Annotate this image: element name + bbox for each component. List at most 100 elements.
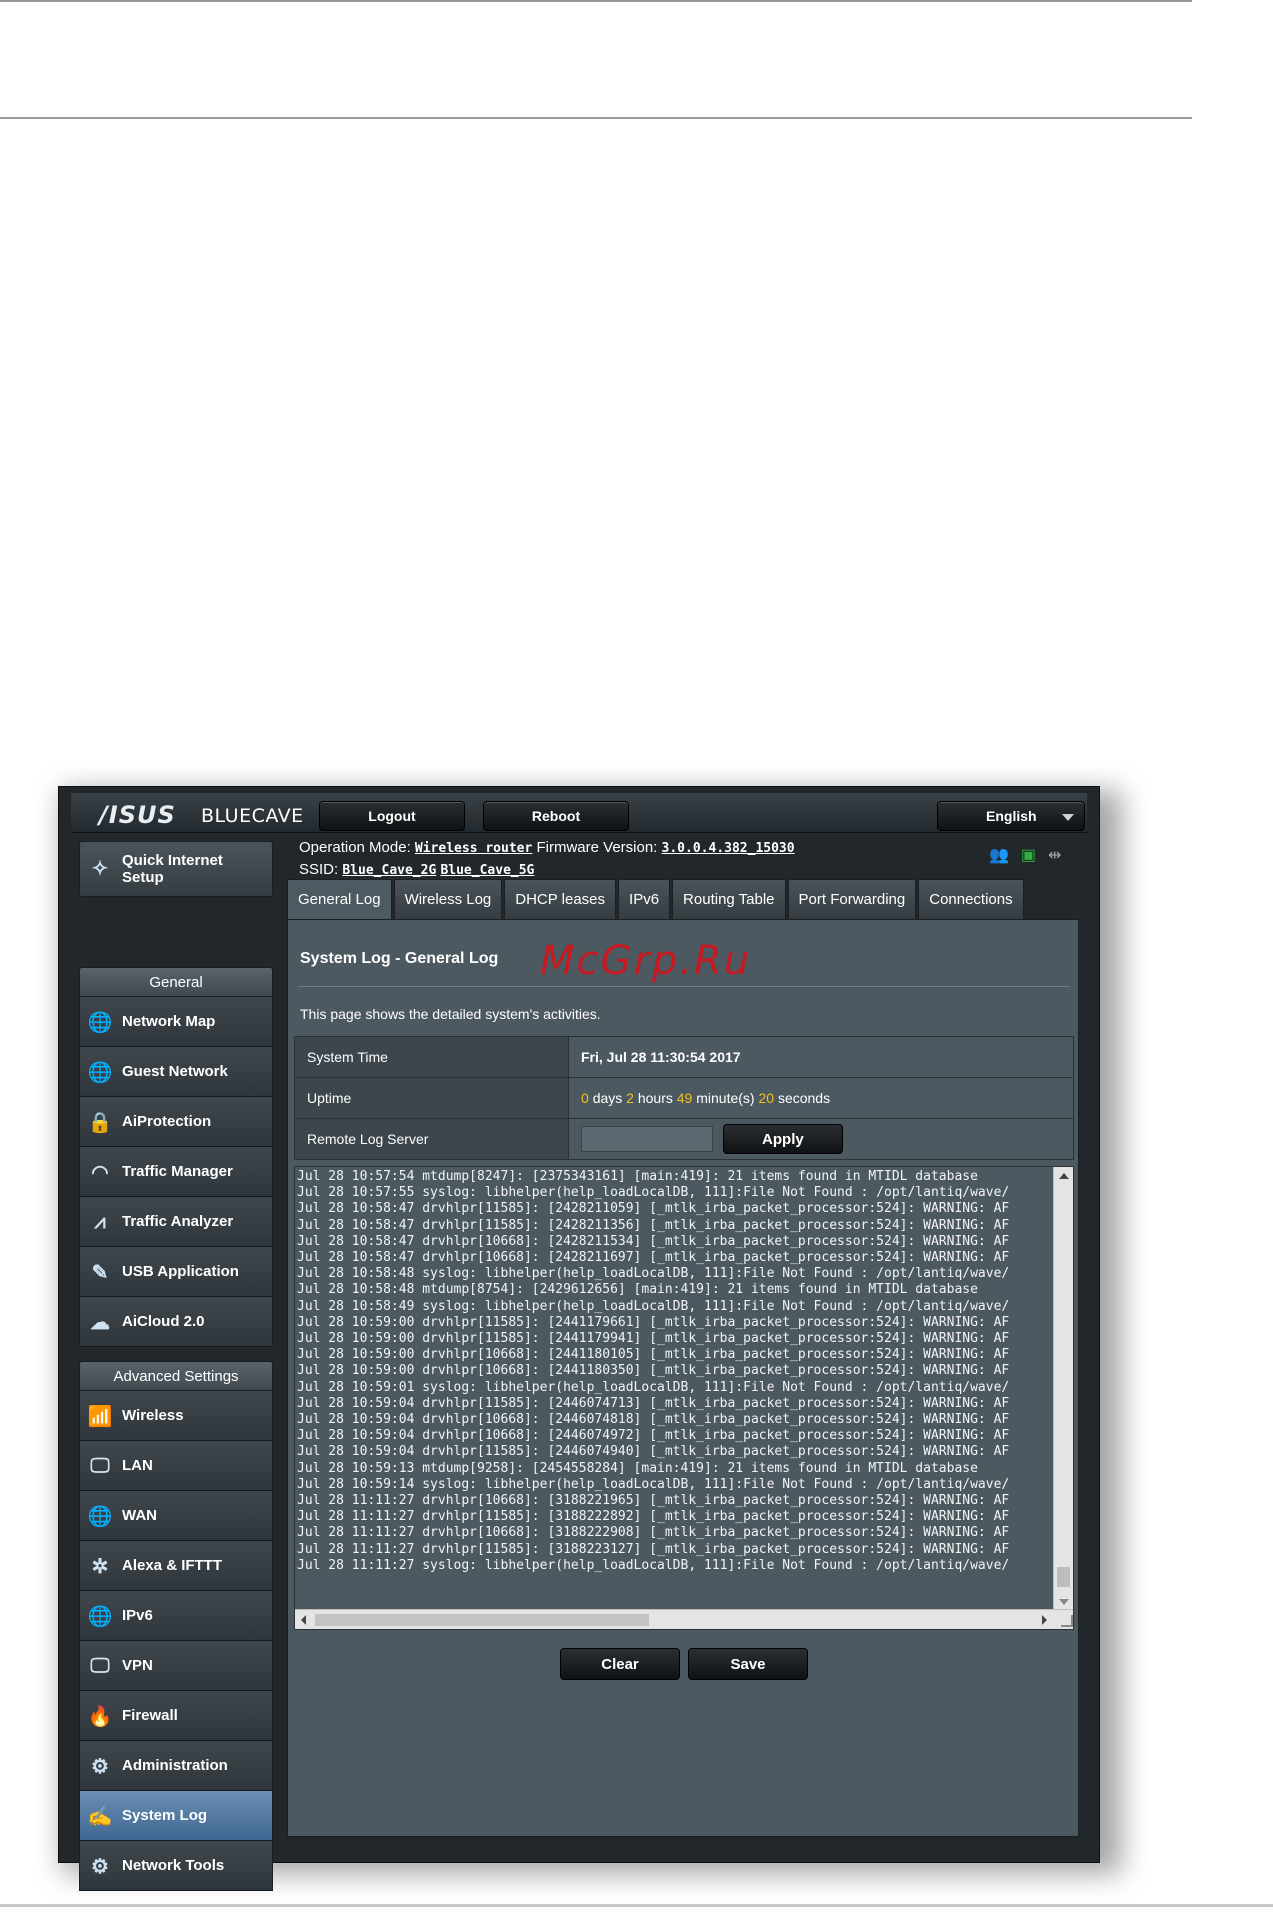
log-line: Jul 28 10:57:55 syslog: libhelper(help_l… [297,1185,1010,1201]
uptime-value: 0 days 2 hours 49 minute(s) 20 seconds [568,1077,1074,1119]
tab-port-forwarding[interactable]: Port Forwarding [787,879,917,919]
wifi-icon: 📶 [87,1405,113,1428]
log-line: Jul 28 10:57:54 mtdump[8247]: [237534316… [297,1169,978,1184]
log-line: Jul 28 10:58:48 mtdump[8754]: [242961265… [297,1282,978,1298]
quick-internet-setup-button[interactable]: ✧ Quick Internet Setup [79,841,273,897]
log-line: Jul 28 10:59:04 drvhlpr[11585]: [2446074… [297,1444,1010,1460]
sidebar-item-usb-application[interactable]: ✎ USB Application [79,1247,273,1297]
sidebar-item-label: AiCloud 2.0 [122,1313,205,1330]
logout-button[interactable]: Logout [319,801,465,831]
chart-pulse-icon: ⩘ [94,1210,106,1233]
quick-setup-label: Quick Internet Setup [122,852,223,886]
sidebar-item-network-tools[interactable]: ⚙ Network Tools [79,1841,273,1891]
ssid-2g-link[interactable]: Blue_Cave_2G [342,863,436,878]
log-line: Jul 28 10:59:00 drvhlpr[10668]: [2441180… [297,1347,1010,1363]
clear-button[interactable]: Clear [560,1648,680,1680]
log-lines: Jul 28 10:57:54 mtdump[8247]: [237534316… [297,1169,1049,1574]
ssid-line: SSID: Blue_Cave_2G Blue_Cave_5G [299,859,795,881]
horizontal-scroll-thumb[interactable] [315,1614,649,1626]
sidebar-item-aicloud[interactable]: ☁ AiCloud 2.0 [79,1297,273,1347]
users-icon[interactable]: 👥 [989,845,1009,865]
asus-logo: /ISUS [99,801,176,829]
sidebar-item-aiprotection[interactable]: 🔒 AiProtection [79,1097,273,1147]
page-bottom-rule [0,1904,1273,1907]
log-line: Jul 28 10:59:04 drvhlpr[10668]: [2446074… [297,1428,1010,1444]
sidebar-item-label: Guest Network [122,1063,228,1080]
scroll-up-arrow-icon[interactable] [1059,1173,1069,1179]
sidebar-item-ipv6[interactable]: 🌐 IPv6 [79,1591,273,1641]
uptime-label: Uptime [294,1077,569,1119]
log-line: Jul 28 11:11:27 drvhlpr[11585]: [3188222… [297,1509,1010,1525]
sidebar-item-administration[interactable]: ⚙ Administration [79,1741,273,1791]
log-line: Jul 28 11:11:27 drvhlpr[11585]: [3188223… [297,1541,1010,1557]
uptime-seconds-unit: seconds [777,1090,831,1106]
sidebar-item-lan[interactable]: 🖵 LAN [79,1441,273,1491]
sidebar-item-wireless[interactable]: 📶 Wireless [79,1391,273,1441]
sidebar-item-label: LAN [122,1457,153,1474]
scroll-left-arrow-icon[interactable] [301,1615,306,1625]
log-line: Jul 28 10:59:00 drvhlpr[11585]: [2441179… [297,1314,1010,1330]
log-line: Jul 28 10:58:47 drvhlpr[11585]: [2428211… [297,1217,1010,1233]
log-line: Jul 28 10:59:13 mtdump[9258]: [245455828… [297,1460,978,1476]
sidebar-item-traffic-manager[interactable]: ◠ Traffic Manager [79,1147,273,1197]
firmware-link[interactable]: 3.0.0.4.382_15030 [662,841,795,856]
router-web-ui: /ISUS BLUECAVE Logout Reboot English ✧ Q… [58,786,1100,1891]
router-info: Operation Mode: Wireless router Firmware… [299,837,795,881]
globe-icon: 🌐 [87,1011,113,1034]
scroll-right-arrow-icon[interactable] [1042,1615,1047,1625]
model-name: BLUECAVE [201,805,304,827]
tab-general-log[interactable]: General Log [287,879,392,919]
uptime-seconds: 20 [758,1090,775,1106]
sidebar-item-network-map[interactable]: 🌐 Network Map [79,997,273,1047]
hub-icon: ✲ [91,1555,109,1578]
general-section-header: General [79,967,273,997]
tab-ipv6[interactable]: IPv6 [618,879,671,919]
ssid-5g-link[interactable]: Blue_Cave_5G [440,863,534,878]
network-icon[interactable]: ▣ [1021,845,1036,865]
log-line: Jul 28 10:58:49 syslog: libhelper(help_l… [297,1298,1010,1314]
uptime-days: 0 [581,1090,589,1106]
page-top-rule [0,0,1192,2]
sidebar-item-wan[interactable]: 🌐 WAN [79,1491,273,1541]
log-line: Jul 28 11:11:27 drvhlpr[10668]: [3188221… [297,1493,1010,1509]
remote-log-server-input[interactable] [581,1126,713,1152]
log-tabs: General Log Wireless Log DHCP leases IPv… [287,879,1024,919]
log-line: Jul 28 10:58:47 drvhlpr[10668]: [2428211… [297,1250,1010,1266]
horizontal-scrollbar[interactable] [295,1609,1073,1629]
monitor-icon: 🖵 [90,1454,110,1477]
tab-wireless-log[interactable]: Wireless Log [393,879,503,919]
sidebar-item-traffic-analyzer[interactable]: ⩘ Traffic Analyzer [79,1197,273,1247]
vertical-scrollbar[interactable] [1053,1167,1073,1611]
cloud-icon: ☁ [90,1311,110,1334]
tab-dhcp-leases[interactable]: DHCP leases [504,879,617,919]
sidebar-item-system-log[interactable]: ✍ System Log [79,1791,273,1841]
log-line: Jul 28 10:58:48 syslog: libhelper(help_l… [297,1266,1010,1282]
general-log-textarea[interactable]: Jul 28 10:57:54 mtdump[8247]: [237534316… [294,1166,1074,1630]
sidebar-item-alexa-ifttt[interactable]: ✲ Alexa & IFTTT [79,1541,273,1591]
sidebar-item-label: Network Map [122,1013,216,1030]
language-select[interactable]: English [937,801,1085,831]
operation-mode-line: Operation Mode: Wireless router Firmware… [299,837,795,859]
resize-grip-icon[interactable] [1061,1615,1073,1627]
apply-button[interactable]: Apply [722,1124,843,1154]
tab-routing-table[interactable]: Routing Table [672,879,786,919]
firmware-label: Firmware Version: [536,839,658,856]
table-row: System Time Fri, Jul 28 11:30:54 2017 [294,1036,1074,1078]
log-edit-icon: ✍ [87,1805,113,1828]
usb-icon[interactable]: ⇹ [1048,845,1061,865]
tab-connections[interactable]: Connections [918,879,1024,919]
scroll-down-arrow-icon[interactable] [1059,1599,1069,1605]
sidebar-item-firewall[interactable]: 🔥 Firewall [79,1691,273,1741]
table-row: Uptime 0 days 2 hours 49 minute(s) 20 se… [294,1077,1074,1119]
reboot-button[interactable]: Reboot [483,801,629,831]
sidebar-item-label: Network Tools [122,1857,225,1874]
uptime-hours-unit: hours [637,1090,673,1106]
sidebar-item-guest-network[interactable]: 🌐 Guest Network [79,1047,273,1097]
uptime-hours: 2 [626,1090,634,1106]
sidebar-item-label: AiProtection [122,1113,212,1130]
save-button[interactable]: Save [688,1648,808,1680]
uptime-days-unit: days [592,1090,623,1106]
vertical-scroll-thumb[interactable] [1057,1567,1070,1587]
operation-mode-link[interactable]: Wireless router [415,841,532,856]
sidebar-item-vpn[interactable]: 🖵 VPN [79,1641,273,1691]
